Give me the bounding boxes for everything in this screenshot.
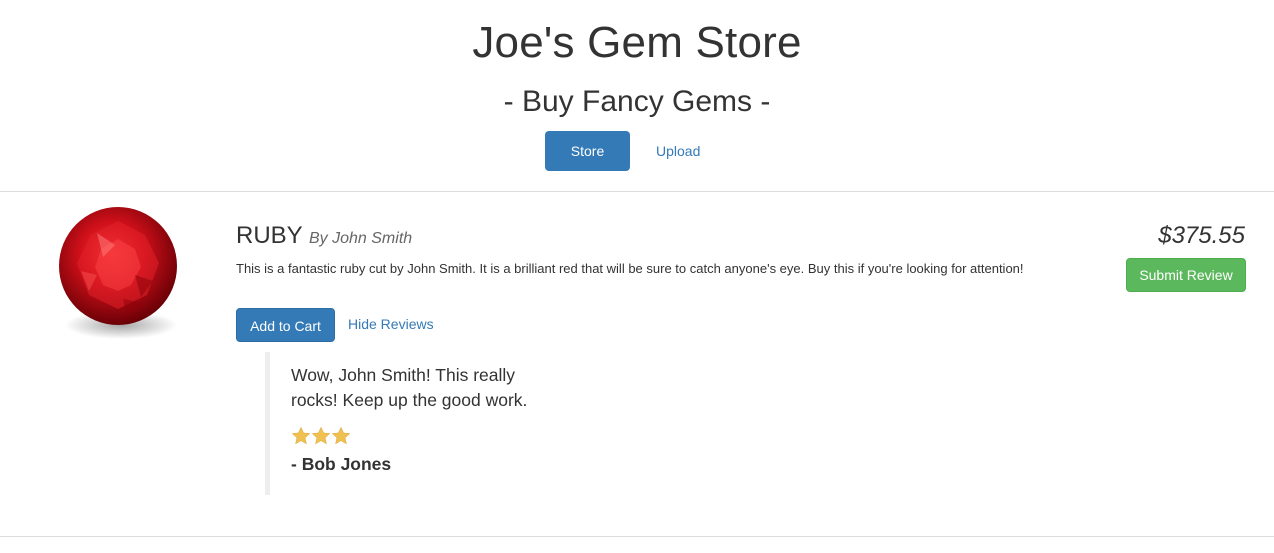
store-header: Joe's Gem Store - Buy Fancy Gems - Store… [0, 0, 1274, 191]
star-icon [291, 426, 311, 445]
review-author: - Bob Jones [291, 454, 392, 474]
header-divider [0, 191, 1274, 192]
add-to-cart-button[interactable]: Add to Cart [236, 308, 335, 342]
submit-review-button[interactable]: Submit Review [1126, 258, 1246, 292]
product-name: RUBY [236, 222, 303, 249]
review-rating [291, 426, 565, 446]
product-divider [0, 536, 1274, 537]
product-price: $375.55 [1158, 222, 1245, 249]
review-body: Wow, John Smith! This really rocks! Keep… [291, 365, 528, 410]
product-description: This is a fantastic ruby cut by John Smi… [236, 261, 1024, 276]
star-icon [331, 426, 351, 445]
product-author: By John Smith [309, 230, 413, 247]
nav-pills: Store Upload [545, 131, 700, 171]
nav-upload-link[interactable]: Upload [656, 143, 700, 159]
ruby-gem-image [59, 207, 177, 339]
review-block: Wow, John Smith! This really rocks! Keep… [265, 352, 565, 495]
store-subtitle: - Buy Fancy Gems - [503, 85, 771, 118]
nav-store-tab[interactable]: Store [545, 131, 630, 171]
star-icon [311, 426, 331, 445]
hide-reviews-link[interactable]: Hide Reviews [348, 316, 434, 332]
store-title: Joe's Gem Store [472, 18, 802, 67]
